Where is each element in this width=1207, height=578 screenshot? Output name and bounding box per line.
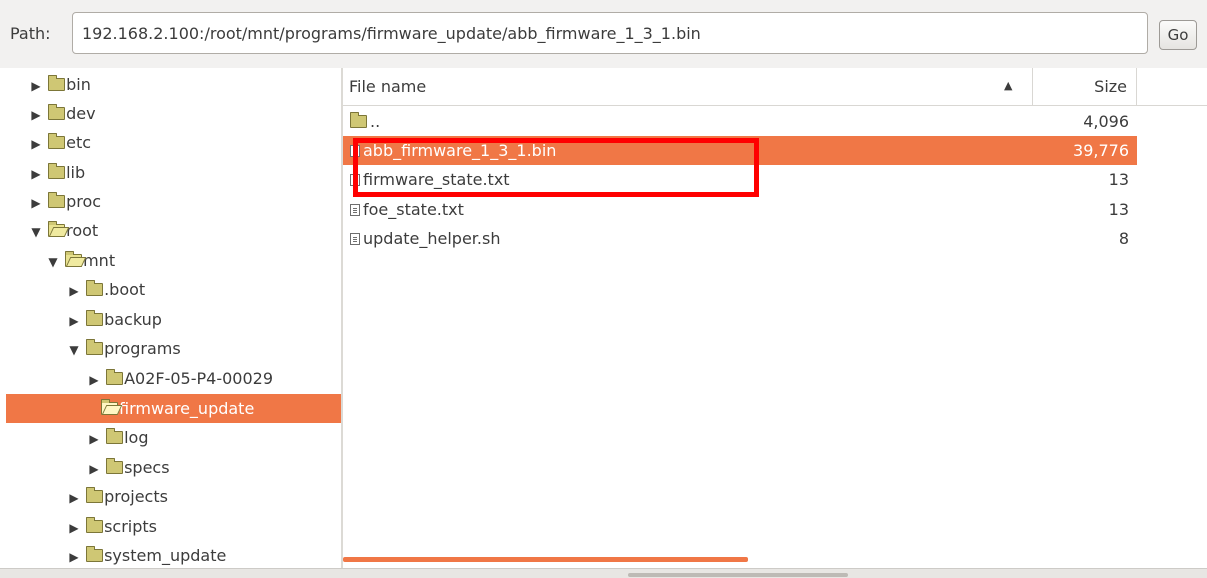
directory-tree: ▶ bin ▶ dev ▶ etc ▶ lib ▶ proc ▼ root ▼ … (0, 68, 341, 568)
column-header-empty (1137, 68, 1207, 106)
tree-item-label: A02F-05-P4-00029 (124, 369, 274, 388)
bottom-scroll-handle[interactable] (628, 573, 848, 577)
file-size: 8 (1118, 229, 1129, 248)
expand-arrow-icon[interactable]: ▶ (67, 307, 81, 336)
expand-arrow-icon[interactable]: ▶ (29, 189, 43, 218)
folder-icon (86, 280, 104, 296)
tree-item-root[interactable]: ▼ root (0, 216, 341, 245)
horizontal-scrollbar[interactable] (343, 557, 748, 562)
file-size: 13 (1108, 200, 1129, 219)
expand-arrow-icon[interactable]: ▶ (67, 484, 81, 513)
open-folder-icon (101, 399, 118, 415)
column-header-label: File name (349, 77, 427, 96)
file-name: update_helper.sh (363, 229, 501, 248)
text-file-icon (350, 204, 360, 216)
column-header-file-name[interactable]: File name ▲ (343, 68, 1033, 106)
tree-item-programs[interactable]: ▼ programs (0, 334, 341, 363)
folder-icon (86, 310, 104, 326)
tree-item-firmware-update[interactable]: firmware_update (6, 394, 341, 423)
expand-arrow-icon[interactable]: ▶ (87, 425, 101, 454)
expand-arrow-icon[interactable]: ▶ (67, 514, 81, 543)
tree-item-label: lib (66, 163, 86, 182)
folder-icon (48, 75, 66, 91)
highlight-annotation-box (353, 138, 759, 197)
expand-arrow-icon[interactable]: ▶ (67, 277, 81, 306)
tree-item-label: root (66, 221, 99, 240)
folder-icon (48, 192, 66, 208)
folder-icon (48, 163, 66, 179)
tree-item-label: dev (66, 104, 96, 123)
tree-item-label: .boot (104, 280, 146, 299)
tree-item-log[interactable]: ▶ log (0, 423, 341, 452)
folder-icon (86, 487, 104, 503)
tree-item-label: scripts (104, 517, 158, 536)
tree-item-label: system_update (104, 546, 227, 565)
expand-arrow-icon[interactable]: ▶ (67, 543, 81, 568)
collapse-arrow-icon[interactable]: ▼ (46, 248, 60, 277)
tree-item-proc[interactable]: ▶ proc (0, 187, 341, 216)
file-name: foe_state.txt (363, 200, 464, 219)
tree-item-dev[interactable]: ▶ dev (0, 99, 341, 128)
file-size: 13 (1108, 170, 1129, 189)
file-row-parent[interactable]: .. 4,096 (343, 107, 1137, 136)
tree-item-lib[interactable]: ▶ lib (0, 158, 341, 187)
path-bar: Path: Go (0, 0, 1207, 68)
folder-icon (48, 133, 66, 149)
expand-arrow-icon[interactable]: ▶ (87, 455, 101, 484)
tree-item-projects[interactable]: ▶ projects (0, 482, 341, 511)
file-size: 39,776 (1073, 141, 1129, 160)
open-folder-icon (65, 251, 83, 267)
tree-item-label: projects (104, 487, 168, 506)
file-row-update-helper[interactable]: update_helper.sh 8 (343, 224, 1137, 253)
folder-icon (86, 546, 104, 562)
folder-icon (48, 104, 66, 120)
tree-item-backup[interactable]: ▶ backup (0, 305, 341, 334)
tree-item-mnt[interactable]: ▼ mnt (0, 246, 341, 275)
tree-item-label: log (124, 428, 149, 447)
tree-item-scripts[interactable]: ▶ scripts (0, 512, 341, 541)
collapse-arrow-icon[interactable]: ▼ (29, 218, 43, 247)
tree-item-label: etc (66, 133, 92, 152)
tree-item-boot[interactable]: ▶ .boot (0, 275, 341, 304)
go-button[interactable]: Go (1159, 20, 1197, 50)
tree-item-etc[interactable]: ▶ etc (0, 128, 341, 157)
tree-item-label: proc (66, 192, 102, 211)
tree-item-system-update[interactable]: ▶ system_update (0, 541, 341, 568)
tree-item-bin[interactable]: ▶ bin (0, 70, 341, 99)
tree-item-label: firmware_update (119, 399, 255, 418)
collapse-arrow-icon[interactable]: ▼ (67, 336, 81, 365)
expand-arrow-icon[interactable]: ▶ (87, 366, 101, 395)
tree-item-label: mnt (83, 251, 116, 270)
expand-arrow-icon[interactable]: ▶ (29, 130, 43, 159)
folder-icon (350, 112, 367, 128)
tree-item-label: backup (104, 310, 162, 329)
folder-icon (86, 339, 104, 355)
folder-icon (106, 369, 124, 385)
tree-item-specs[interactable]: ▶ specs (0, 453, 341, 482)
path-label: Path: (10, 24, 51, 43)
expand-arrow-icon[interactable]: ▶ (29, 160, 43, 189)
text-file-icon (350, 233, 360, 245)
expand-arrow-icon[interactable]: ▶ (29, 72, 43, 101)
tree-item-label: specs (124, 458, 170, 477)
file-size: 4,096 (1083, 112, 1129, 131)
path-input[interactable] (72, 12, 1148, 54)
column-header-size[interactable]: Size (1033, 68, 1137, 106)
folder-icon (106, 458, 124, 474)
folder-icon (86, 517, 104, 533)
file-row-foe-state[interactable]: foe_state.txt 13 (343, 195, 1137, 224)
folder-icon (106, 428, 124, 444)
expand-arrow-icon[interactable]: ▶ (29, 101, 43, 130)
sort-ascending-icon: ▲ (1004, 79, 1013, 92)
tree-item-a02f-05-p4-00029[interactable]: ▶ A02F-05-P4-00029 (0, 364, 341, 393)
column-header-label: Size (1094, 77, 1127, 96)
tree-item-label: bin (66, 75, 91, 94)
tree-item-label: programs (104, 339, 181, 358)
open-folder-icon (48, 221, 66, 237)
file-name: .. (370, 112, 381, 131)
